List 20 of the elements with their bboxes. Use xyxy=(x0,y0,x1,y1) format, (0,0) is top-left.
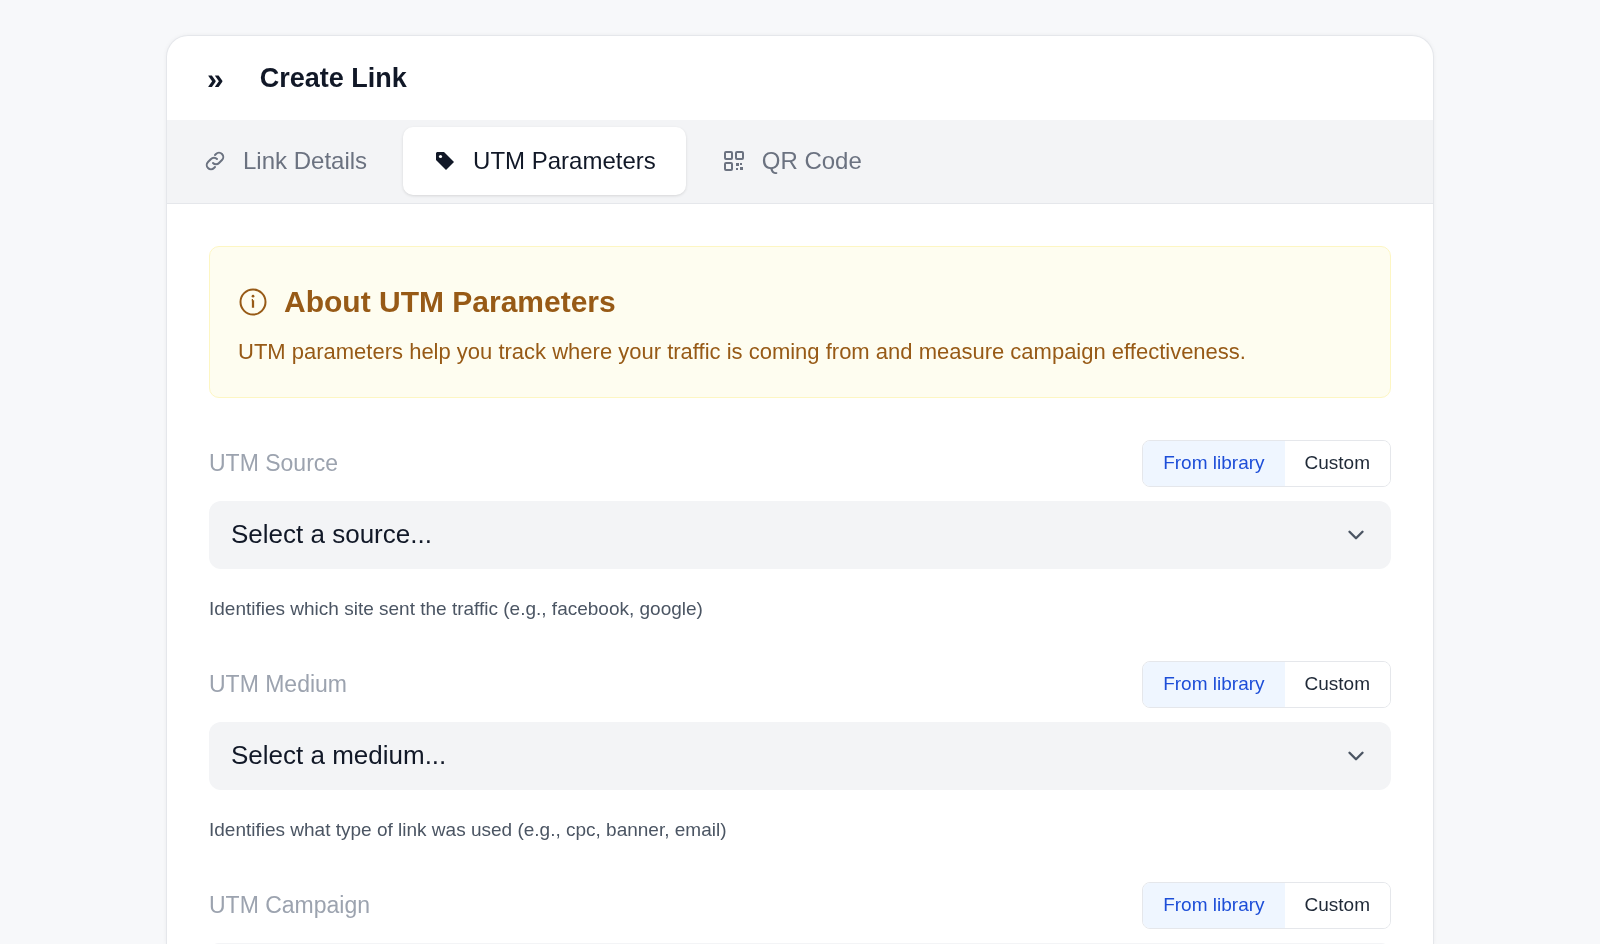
link-icon xyxy=(203,149,227,173)
help-text: Identifies which site sent the traffic (e.g., facebook, google) xyxy=(209,596,704,621)
field-label: UTM Source xyxy=(209,449,339,478)
field-label: UTM Campaign xyxy=(209,891,371,920)
tab[interactable]: Link Details xyxy=(173,127,398,195)
tab[interactable]: UTM Parameters xyxy=(403,127,686,195)
qr-code-icon xyxy=(721,149,746,173)
mode-option[interactable]: From library xyxy=(1143,662,1285,707)
field-label: UTM Medium xyxy=(209,670,347,699)
help-text: Identifies what type of link was used (e.g., cpc, banner, email) xyxy=(209,817,728,842)
notice-text: UTM parameters help you track where your traffic is coming from and measure campaign effectiveness. xyxy=(238,338,1247,366)
info-icon xyxy=(238,286,268,317)
tab[interactable]: QR Code xyxy=(691,127,892,195)
dialog-title: Create Link xyxy=(259,61,407,95)
mode-option[interactable]: From library xyxy=(1143,883,1285,928)
collapse-button[interactable]: » xyxy=(207,55,224,101)
mode-option[interactable]: From library xyxy=(1143,441,1285,486)
notice-title: About UTM Parameters xyxy=(284,284,616,320)
select-field[interactable]: Select a source... xyxy=(209,500,1391,569)
select-field[interactable]: Select a medium... xyxy=(209,721,1391,790)
